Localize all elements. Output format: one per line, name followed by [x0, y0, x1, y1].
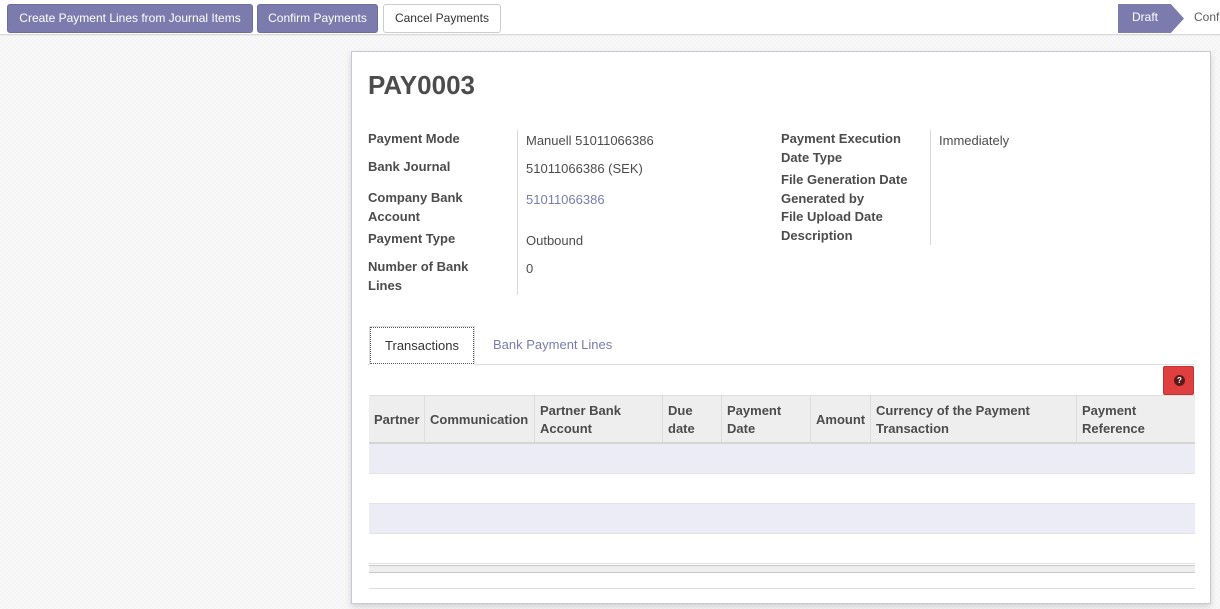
create-payment-lines-button[interactable]: Create Payment Lines from Journal Items — [7, 4, 253, 33]
payment-type-label: Payment Type — [368, 231, 456, 246]
column-header-payment-reference[interactable]: Payment Reference — [1077, 396, 1195, 443]
company-bank-account-label: Company Bank Account — [368, 188, 463, 226]
payment-mode-value[interactable]: Manuell 51011066386 — [526, 131, 654, 150]
description-label: Description — [781, 228, 853, 243]
company-bank-account-link[interactable]: 51011066386 — [526, 190, 605, 209]
file-generation-date-label: File Generation Date — [781, 172, 908, 187]
tabs-underline — [368, 364, 1194, 365]
company-bank-account-label-line2: Account — [368, 209, 420, 224]
stage-draft[interactable]: Draft — [1118, 4, 1184, 33]
column-header-partner[interactable]: Partner — [369, 396, 425, 443]
execution-date-type-label-line2: Date Type — [781, 150, 843, 165]
help-button[interactable]: ? — [1163, 366, 1194, 395]
payment-type-value[interactable]: Outbound — [526, 231, 583, 250]
left-group-separator — [517, 130, 518, 295]
confirm-payments-button[interactable]: Confirm Payments — [257, 4, 378, 33]
form-sheet: PAY0003 Payment Mode Manuell 51011066386… — [351, 51, 1211, 604]
column-header-communication[interactable]: Communication — [425, 396, 535, 443]
table-footer — [369, 565, 1195, 573]
transactions-table: Partner Communication Partner Bank Accoun… — [369, 395, 1195, 589]
column-header-partner-bank-account[interactable]: Partner Bank Account — [535, 396, 663, 443]
number-bank-lines-value: 0 — [526, 261, 534, 276]
tab-transactions[interactable]: Transactions — [369, 326, 475, 365]
record-title: PAY0003 — [368, 70, 475, 100]
number-bank-lines-label-line2: Lines — [368, 278, 402, 293]
table-bottom-divider — [369, 588, 1195, 589]
table-row[interactable] — [369, 474, 1195, 504]
payment-mode-label: Payment Mode — [368, 131, 460, 146]
bank-journal-value[interactable]: 51011066386 (SEK) — [526, 159, 643, 178]
tab-bank-payment-lines[interactable]: Bank Payment Lines — [493, 326, 612, 365]
question-circle-icon: ? — [1174, 375, 1185, 386]
column-header-due-date[interactable]: Due date — [663, 396, 722, 443]
company-bank-account-label-line1: Company Bank — [368, 190, 463, 205]
execution-date-type-label: Payment Execution Date Type — [781, 129, 901, 167]
right-group-separator — [930, 130, 931, 245]
table-row[interactable] — [369, 504, 1195, 534]
number-bank-lines-label: Number of Bank Lines — [368, 257, 468, 295]
table-row[interactable] — [369, 534, 1195, 564]
number-bank-lines-label-line1: Number of Bank — [368, 259, 469, 274]
table-row[interactable] — [369, 444, 1195, 474]
bank-journal-label: Bank Journal — [368, 159, 451, 174]
generated-by-label: Generated by — [781, 191, 865, 206]
execution-date-type-value[interactable]: Immediately — [939, 131, 1009, 150]
column-header-payment-date[interactable]: Payment Date — [722, 396, 811, 443]
cancel-payments-button[interactable]: Cancel Payments — [383, 4, 501, 33]
stage-confirmed[interactable]: Confirmed — [1194, 4, 1220, 33]
file-upload-date-label: File Upload Date — [781, 209, 883, 224]
column-header-currency[interactable]: Currency of the Payment Transaction — [871, 396, 1077, 443]
execution-date-type-label-line1: Payment Execution — [781, 131, 901, 146]
table-header: Partner Communication Partner Bank Accoun… — [369, 395, 1195, 444]
column-header-amount[interactable]: Amount — [811, 396, 871, 443]
statusbar: Create Payment Lines from Journal Items … — [0, 0, 1220, 35]
